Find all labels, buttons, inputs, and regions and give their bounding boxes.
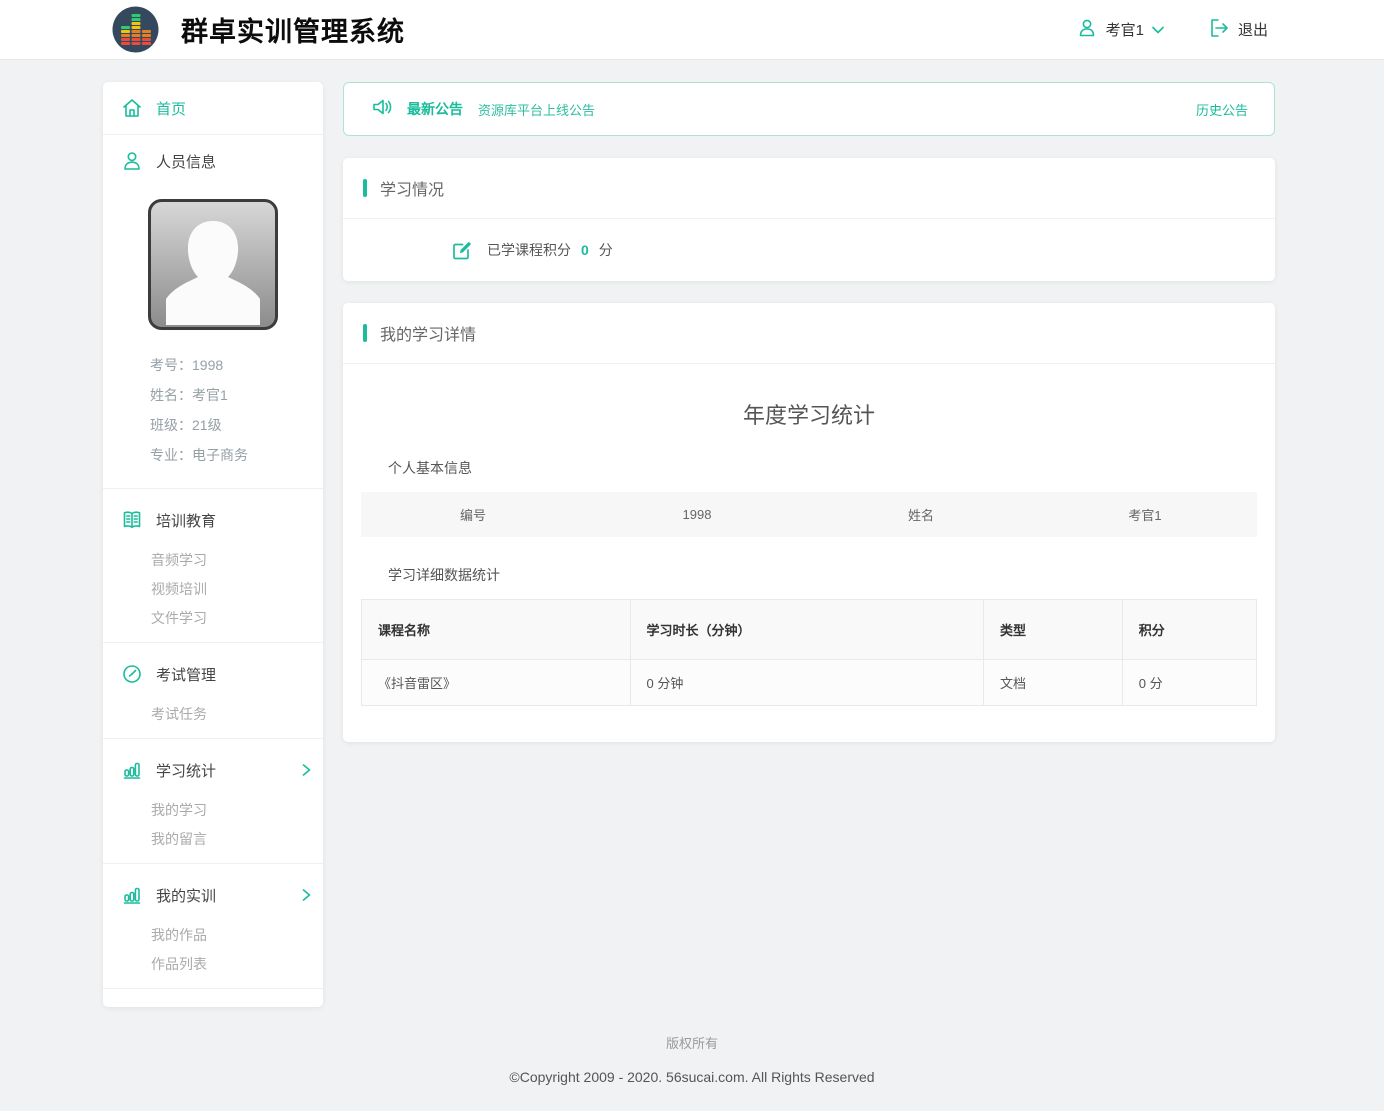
sidebar-item-label: 首页: [156, 98, 186, 119]
user-menu[interactable]: 考官1: [1076, 17, 1164, 43]
top-bar: 群卓实训管理系统 考官1 退出: [0, 0, 1384, 60]
sidebar-subitem-exam-task[interactable]: 考试任务: [103, 700, 323, 729]
annual-stats-title: 年度学习统计: [343, 364, 1275, 458]
detail-stats-label: 学习详细数据统计: [388, 565, 1275, 585]
study-status-title: 学习情况: [380, 176, 444, 200]
cell-course-name: 《抖音雷区》: [362, 660, 631, 706]
menu-group-training: 培训教育 音频学习 视频培训 文件学习: [103, 488, 323, 642]
sidebar-item-personnel[interactable]: 人员信息: [103, 134, 323, 187]
study-details-title: 我的学习详情: [380, 321, 476, 345]
chevron-right-icon: [302, 889, 311, 901]
logout-icon: [1208, 17, 1230, 43]
bar-chart-icon: [121, 884, 143, 906]
copyright-en: ©Copyright 2009 - 2020. 56sucai.com. All…: [0, 1069, 1384, 1085]
basic-info-label: 个人基本信息: [388, 458, 1275, 478]
sidebar-subitem-my-works[interactable]: 我的作品: [103, 921, 323, 950]
score-value: 0: [581, 242, 589, 258]
history-announcements-link[interactable]: 历史公告: [1196, 100, 1248, 119]
sidebar-item-study-stats[interactable]: 学习统计: [103, 744, 323, 796]
table-row: 《抖音雷区》 0 分钟 文档 0 分: [362, 660, 1257, 706]
basic-info-value: 考官1: [1033, 505, 1257, 524]
column-header-duration: 学习时长（分钟）: [630, 600, 984, 660]
profile-name: 姓名：考官1: [150, 380, 323, 410]
app-logo-equalizer-icon: [112, 6, 159, 53]
sidebar-item-label: 人员信息: [156, 151, 216, 172]
column-header-type: 类型: [984, 600, 1123, 660]
profile-major: 专业：电子商务: [150, 440, 323, 470]
cell-score: 0 分: [1122, 660, 1256, 706]
chevron-down-icon: [1152, 21, 1164, 38]
edit-pencil-icon: [451, 239, 473, 261]
sidebar-item-label: 我的实训: [156, 885, 216, 906]
menu-group-exam: 考试管理 考试任务: [103, 642, 323, 738]
study-details-card: 我的学习详情 年度学习统计 个人基本信息 编号 1998 姓名 考官1 学习详细…: [343, 303, 1275, 742]
sidebar-item-label: 考试管理: [156, 664, 216, 685]
column-header-score: 积分: [1122, 600, 1256, 660]
cell-duration: 0 分钟: [630, 660, 984, 706]
sidebar: 首页 人员信息 考号：1998: [103, 82, 323, 1007]
study-detail-table: 课程名称 学习时长（分钟） 类型 积分 《抖音雷区》 0 分钟 文档 0 分: [361, 599, 1257, 706]
profile-class: 班级：21级: [150, 410, 323, 440]
copyright-cn: 版权所有: [0, 1033, 1384, 1052]
sidebar-subitem-audio-study[interactable]: 音频学习: [103, 546, 323, 575]
home-icon: [121, 97, 143, 119]
announcement-bar: 最新公告 资源库平台上线公告 历史公告: [343, 82, 1275, 136]
user-icon: [1076, 17, 1098, 43]
profile-exam-no: 考号：1998: [150, 350, 323, 380]
cell-type: 文档: [984, 660, 1123, 706]
study-status-card: 学习情况 已学课程积分 0 分: [343, 158, 1275, 281]
sidebar-item-training[interactable]: 培训教育: [103, 494, 323, 546]
menu-group-my-practice: 我的实训 我的作品 作品列表: [103, 863, 323, 988]
logout-label: 退出: [1238, 19, 1268, 40]
sidebar-subitem-works-list[interactable]: 作品列表: [103, 950, 323, 979]
basic-info-key: 姓名: [809, 505, 1033, 524]
table-header-row: 课程名称 学习时长（分钟） 类型 积分: [362, 600, 1257, 660]
accent-bar: [363, 324, 367, 342]
sidebar-item-exam[interactable]: 考试管理: [103, 648, 323, 700]
sidebar-subitem-video-training[interactable]: 视频培训: [103, 575, 323, 604]
sidebar-item-my-practice[interactable]: 我的实训: [103, 869, 323, 921]
accent-bar: [363, 179, 367, 197]
sidebar-item-label: 学习统计: [156, 760, 216, 781]
profile-panel: 考号：1998 姓名：考官1 班级：21级 专业：电子商务: [103, 187, 323, 488]
person-icon: [121, 150, 143, 172]
score-label: 已学课程积分: [487, 240, 571, 260]
avatar: [148, 199, 278, 330]
basic-info-value: 1998: [585, 507, 809, 522]
sidebar-subitem-my-messages[interactable]: 我的留言: [103, 825, 323, 854]
open-book-icon: [121, 509, 143, 531]
bar-chart-icon: [121, 759, 143, 781]
sidebar-subitem-file-study[interactable]: 文件学习: [103, 604, 323, 633]
page-footer: 版权所有 ©Copyright 2009 - 2020. 56sucai.com…: [0, 1007, 1384, 1111]
basic-info-key: 编号: [361, 505, 585, 524]
chevron-right-icon: [302, 764, 311, 776]
user-name: 考官1: [1106, 19, 1144, 40]
sidebar-item-home[interactable]: 首页: [103, 82, 323, 134]
sidebar-subitem-my-study[interactable]: 我的学习: [103, 796, 323, 825]
score-unit: 分: [599, 240, 613, 260]
column-header-course: 课程名称: [362, 600, 631, 660]
basic-info-row: 编号 1998 姓名 考官1: [361, 492, 1257, 537]
sidebar-item-label: 培训教育: [156, 510, 216, 531]
latest-announcement-label: 最新公告: [407, 99, 463, 119]
app-title: 群卓实训管理系统: [181, 10, 405, 49]
speaker-icon: [370, 95, 394, 124]
clock-icon: [121, 663, 143, 685]
menu-group-study-stats: 学习统计 我的学习 我的留言: [103, 738, 323, 863]
course-score-row: 已学课程积分 0 分: [343, 219, 1275, 281]
announcement-link[interactable]: 资源库平台上线公告: [478, 100, 595, 119]
logout-button[interactable]: 退出: [1208, 17, 1268, 43]
